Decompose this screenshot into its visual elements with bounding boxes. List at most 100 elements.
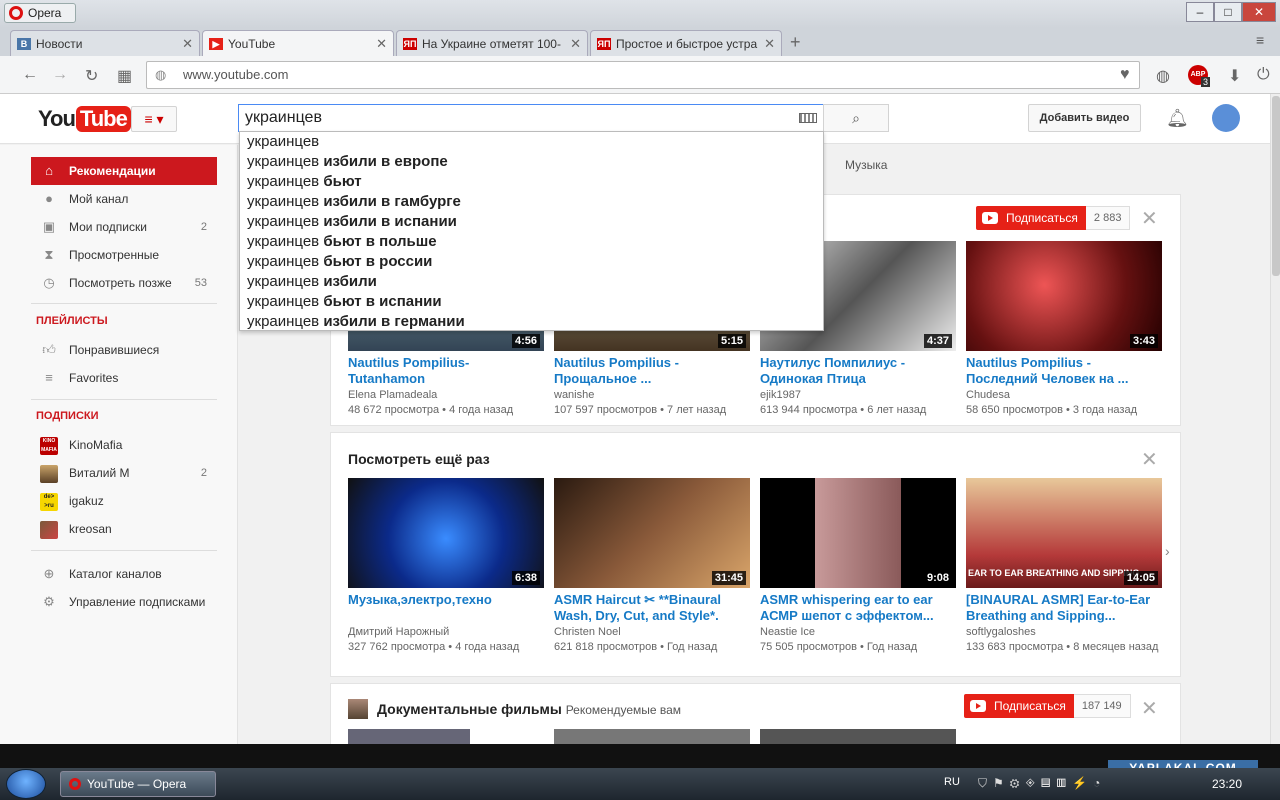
video-title[interactable]: Nautilus Pompilius- Tutanhamon <box>348 355 544 387</box>
sidebar-item-favorites[interactable]: ≡ Favorites <box>31 364 217 392</box>
scrollbar-thumb[interactable] <box>1272 96 1280 276</box>
avatar[interactable] <box>1212 104 1240 132</box>
video-channel[interactable]: wanishe <box>554 389 750 401</box>
video-thumbnail[interactable] <box>348 729 470 744</box>
video-title[interactable]: Музыка,электро,техно <box>348 592 544 624</box>
suggestion-item[interactable]: украинцев избили в испании <box>240 212 823 232</box>
suggestion-item[interactable]: украинцев <box>240 132 823 152</box>
sidebar-sub-vitaliy[interactable]: Виталий М2 <box>31 459 217 487</box>
menu-icon[interactable]: ⏻ <box>1257 66 1270 84</box>
tab-menu-icon[interactable]: ≡ <box>1256 32 1264 48</box>
close-icon[interactable]: ✕ <box>570 36 581 52</box>
new-tab-icon[interactable]: + <box>790 32 801 53</box>
video-channel[interactable]: Elena Plamadeala <box>348 389 544 401</box>
video-channel[interactable]: Chudesa <box>966 389 1162 401</box>
sidebar-item-history[interactable]: ⧗ Просмотренные <box>31 241 217 269</box>
video-thumbnail[interactable]: 6:38 <box>348 478 544 588</box>
video-card[interactable]: EAR TO EAR BREATHING AND SIPPING 14:05 [… <box>966 478 1162 653</box>
video-title[interactable]: [BINAURAL ASMR] Ear-to-Ear Breathing and… <box>966 592 1162 624</box>
sidebar-item-recommended[interactable]: ⌂ Рекомендации <box>31 157 217 185</box>
sidebar-item-subscriptions[interactable]: ▣ Мои подписки 2 <box>31 213 217 241</box>
heart-icon[interactable]: ♥ <box>1120 66 1130 84</box>
sidebar-item-my-channel[interactable]: ● Мой канал <box>31 185 217 213</box>
tab-music[interactable]: Музыка <box>845 158 887 172</box>
tab-yaplakal-2[interactable]: ЯП Простое и быстрое устра ✕ <box>590 30 782 56</box>
reload-icon[interactable]: ↻ <box>85 66 98 86</box>
playlists-heading[interactable]: ПЛЕЙЛИСТЫ <box>36 315 108 327</box>
sidebar-sub-kreosan[interactable]: kreosan <box>31 515 217 543</box>
tab-news[interactable]: B Новости ✕ <box>10 30 200 56</box>
back-arrow-icon[interactable]: ← <box>22 66 38 84</box>
tab-yaplakal-1[interactable]: ЯП На Украине отметят 100- ✕ <box>396 30 588 56</box>
close-icon[interactable]: ✕ <box>1141 447 1158 472</box>
video-thumbnail[interactable] <box>760 729 956 744</box>
subscribe-button[interactable]: Подписаться 2 883 <box>976 206 1131 230</box>
video-thumbnail[interactable]: EAR TO EAR BREATHING AND SIPPING 14:05 <box>966 478 1162 588</box>
download-icon[interactable]: ⬇ <box>1228 66 1241 86</box>
sidebar-sub-kinomafia[interactable]: KINO MAFIA KinoMafia <box>31 431 217 459</box>
video-card[interactable]: 9:08 ASMR whispering ear to ear АСМР шеп… <box>760 478 956 653</box>
upload-button[interactable]: Добавить видео <box>1028 104 1141 132</box>
suggestion-item[interactable]: украинцев избили в германии <box>240 312 823 332</box>
suggestion-item[interactable]: украинцев бьют <box>240 172 823 192</box>
forward-arrow-icon[interactable]: → <box>52 66 68 84</box>
chevron-right-icon[interactable]: › <box>1165 543 1170 559</box>
tab-youtube[interactable]: ▶ YouTube ✕ <box>202 30 394 56</box>
search-button[interactable]: ⌕ <box>823 104 889 132</box>
taskbar-item-opera[interactable]: YouTube — Opera <box>60 771 216 797</box>
subscriptions-heading[interactable]: ПОДПИСКИ <box>36 410 99 422</box>
video-thumbnail[interactable]: 9:08 <box>760 478 956 588</box>
suggestion-item[interactable]: украинцев избили в гамбурге <box>240 192 823 212</box>
globe-icon[interactable]: ◍ <box>1156 66 1170 86</box>
youtube-logo[interactable]: You Tube RU <box>38 106 145 132</box>
keyboard-icon[interactable] <box>799 113 817 123</box>
video-title[interactable]: Nautilus Pompilius - Прощальное ... <box>554 355 750 387</box>
video-channel[interactable]: Дмитрий Нарожный <box>348 626 544 638</box>
minimize-button[interactable]: – <box>1186 2 1214 22</box>
sidebar-item-watch-later[interactable]: ◷ Посмотреть позже 53 <box>31 269 217 297</box>
shelf-title[interactable]: Документальные фильмы Рекомендуемые вам <box>377 701 681 717</box>
close-icon[interactable]: ✕ <box>1141 206 1158 231</box>
video-channel[interactable]: Christen Noel <box>554 626 750 638</box>
video-thumbnail[interactable]: 3:43 <box>966 241 1162 351</box>
video-channel[interactable]: ejik1987 <box>760 389 956 401</box>
suggestion-item[interactable]: украинцев бьют в польше <box>240 232 823 252</box>
speed-dial-icon[interactable]: ▦ <box>117 66 132 86</box>
close-icon[interactable]: ✕ <box>1141 696 1158 721</box>
video-title[interactable]: Наутилус Помпилиус - Одинокая Птица <box>760 355 956 387</box>
tray-icons[interactable]: ⛉⚑⚙◈▤▥⚡◔ <box>978 776 1106 791</box>
video-thumbnail[interactable] <box>554 729 750 744</box>
bell-icon[interactable]: 🔔︎ <box>1166 108 1189 129</box>
suggestion-item[interactable]: украинцев бьют в испании <box>240 292 823 312</box>
page-scrollbar[interactable] <box>1270 94 1280 744</box>
subscribe-button[interactable]: Подписаться 187 149 <box>964 694 1131 718</box>
suggestion-item[interactable]: украинцев бьют в россии <box>240 252 823 272</box>
video-card[interactable]: 31:45 ASMR Haircut ✂ **Binaural Wash, Dr… <box>554 478 750 653</box>
url-field[interactable]: ◍ www.youtube.com <box>146 61 1140 89</box>
maximize-button[interactable]: □ <box>1214 2 1242 22</box>
shelf-title[interactable]: Посмотреть ещё раз <box>348 451 490 467</box>
channel-avatar[interactable] <box>348 699 368 719</box>
close-icon[interactable]: ✕ <box>376 36 387 52</box>
video-card[interactable]: 6:38 Музыка,электро,техно Дмитрий Нарожн… <box>348 478 544 653</box>
sidebar-item-liked[interactable]: 👍︎ Понравившиеся <box>31 336 217 364</box>
video-channel[interactable]: Neastie Ice <box>760 626 956 638</box>
suggestion-item[interactable]: украинцев избили <box>240 272 823 292</box>
close-icon[interactable]: ✕ <box>182 36 193 52</box>
close-window-button[interactable]: ✕ <box>1242 2 1276 22</box>
start-button[interactable] <box>6 769 46 799</box>
video-title[interactable]: Nautilus Pompilius - Последний Человек н… <box>966 355 1162 387</box>
sidebar-item-browse-channels[interactable]: ⊕ Каталог каналов <box>31 560 217 588</box>
opera-menu-button[interactable]: Opera <box>4 3 76 23</box>
video-title[interactable]: ASMR Haircut ✂ **Binaural Wash, Dry, Cut… <box>554 592 750 624</box>
video-thumbnail[interactable]: 31:45 <box>554 478 750 588</box>
clock[interactable]: 23:20 <box>1212 777 1242 791</box>
search-input[interactable]: украинцев <box>238 104 824 132</box>
sidebar-item-manage-subscriptions[interactable]: ⚙ Управление подписками <box>31 588 217 616</box>
sidebar-sub-igakuz[interactable]: de> >ru igakuz <box>31 487 217 515</box>
video-title[interactable]: ASMR whispering ear to ear АСМР шепот с … <box>760 592 956 624</box>
video-card[interactable]: 3:43 Nautilus Pompilius - Последний Чело… <box>966 241 1162 416</box>
video-channel[interactable]: softlygaloshes <box>966 626 1162 638</box>
suggestion-item[interactable]: украинцев избили в европе <box>240 152 823 172</box>
guide-menu-button[interactable]: ≡ ▾ <box>131 106 177 132</box>
